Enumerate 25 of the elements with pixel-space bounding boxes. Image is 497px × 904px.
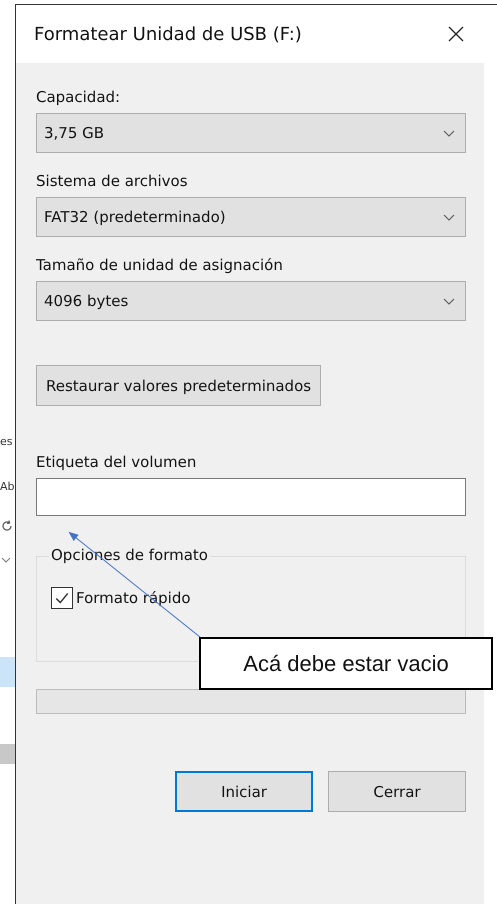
field-label: Tamaño de unidad de asignación [36, 256, 284, 274]
restore-defaults-button[interactable]: Restaurar valores predeterminados [36, 365, 322, 406]
checkmark-icon [54, 590, 70, 606]
input-field[interactable] [36, 478, 466, 516]
chevron-icon [443, 130, 455, 136]
chevron-icon [443, 298, 455, 304]
window-title: Formatear Unidad de USB (F:) [34, 24, 302, 44]
background-text: Ab [0, 480, 15, 493]
background-text: es [0, 435, 12, 448]
scrollbar [0, 744, 15, 764]
refresh-icon [0, 519, 14, 533]
field-label: Capacidad: [36, 88, 122, 106]
dropdown[interactable]: 4096 bytes [36, 281, 466, 321]
field-label: Sistema de archivos [36, 172, 189, 190]
dropdown[interactable]: FAT32 (predeterminado) [36, 197, 466, 237]
close-icon[interactable] [448, 26, 464, 42]
dropdown[interactable]: 3,75 GB [36, 113, 466, 153]
chevron-icon [1, 557, 11, 563]
chevron-icon [443, 214, 455, 220]
field-label: Etiqueta del volumen [36, 453, 198, 471]
highlighted-row [0, 657, 15, 687]
checkbox[interactable] [51, 587, 73, 609]
close-button[interactable]: Cerrar [328, 771, 466, 812]
annotation-callout: Acá debe estar vacio [199, 637, 493, 690]
start-button[interactable]: Iniciar [175, 771, 313, 812]
